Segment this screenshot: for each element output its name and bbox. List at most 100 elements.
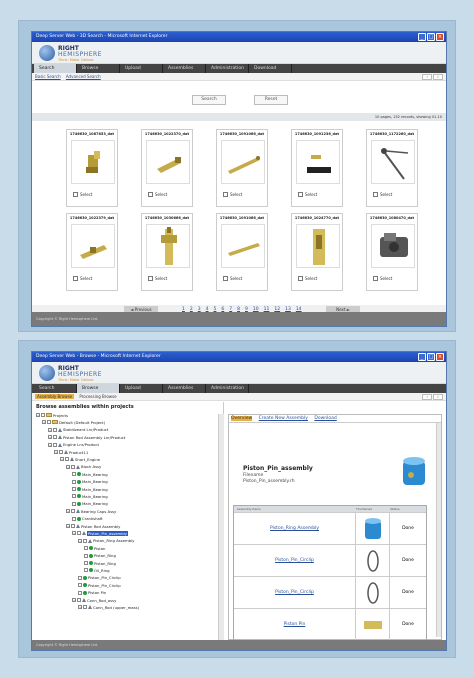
tree-node[interactable]: Main_Bearing bbox=[72, 479, 108, 485]
tree-node[interactable]: − Engine Lnr/Product bbox=[48, 442, 99, 448]
part-thumbnail[interactable] bbox=[296, 140, 340, 184]
processing-browse-link[interactable]: Processing Browse bbox=[79, 394, 116, 399]
close-icon[interactable]: × bbox=[436, 353, 444, 361]
part-thumbnail[interactable] bbox=[371, 224, 415, 268]
assembly-item-link[interactable]: Piston_Pin_Circlip bbox=[275, 558, 314, 563]
tree-node[interactable]: − Stabilizeant Lnr/Product bbox=[48, 427, 108, 433]
part-thumbnail[interactable] bbox=[146, 140, 190, 184]
select-control[interactable]: Select bbox=[373, 276, 392, 281]
node-checkbox[interactable] bbox=[53, 442, 57, 447]
node-checkbox[interactable] bbox=[71, 509, 75, 514]
part-thumbnail[interactable] bbox=[221, 224, 265, 268]
result-card[interactable]: 1746630_1087853_dat Select bbox=[66, 129, 118, 207]
node-checkbox[interactable] bbox=[71, 464, 75, 469]
assembly-item-link[interactable]: Piston_Ring Assembly bbox=[270, 526, 319, 531]
select-checkbox[interactable] bbox=[223, 192, 228, 197]
node-checkbox[interactable] bbox=[72, 479, 76, 484]
node-checkbox[interactable] bbox=[77, 531, 81, 536]
item-thumbnail[interactable] bbox=[356, 609, 390, 640]
minimize-icon[interactable]: _ bbox=[418, 33, 426, 41]
tree-node[interactable]: Main_Bearing bbox=[72, 501, 108, 507]
part-thumbnail[interactable] bbox=[71, 224, 115, 268]
tree-node[interactable]: Piston_Ring bbox=[84, 560, 116, 566]
tree-node[interactable]: Piston_Ring bbox=[84, 553, 116, 559]
tree-node[interactable]: Piston bbox=[84, 545, 105, 551]
node-checkbox[interactable] bbox=[77, 598, 81, 602]
tree-node[interactable]: − Short_Engine bbox=[60, 456, 100, 462]
expand-toggle-icon[interactable]: − bbox=[66, 509, 70, 514]
expand-toggle-icon[interactable]: − bbox=[48, 427, 52, 432]
node-checkbox[interactable] bbox=[72, 472, 76, 477]
expand-toggle-icon[interactable]: − bbox=[72, 598, 76, 602]
node-checkbox[interactable] bbox=[84, 561, 88, 565]
result-card[interactable]: 1746630_1080470_dat Select bbox=[366, 213, 418, 291]
tree-node[interactable]: Main_Bearing bbox=[72, 493, 108, 499]
select-control[interactable]: Select bbox=[148, 192, 167, 197]
basic-search-link[interactable]: Basic Search bbox=[35, 74, 61, 79]
tab-administration[interactable]: Administration bbox=[206, 384, 249, 393]
tree-scrollbar[interactable] bbox=[218, 414, 224, 640]
result-card[interactable]: 1746630_1091066_dat Select bbox=[216, 129, 268, 207]
tree-node[interactable]: − Conn_Rod (upper_mass) bbox=[78, 604, 139, 610]
tab-search[interactable]: Search bbox=[34, 64, 77, 73]
tab-administration[interactable]: Administration bbox=[206, 64, 249, 73]
select-checkbox[interactable] bbox=[148, 276, 153, 281]
select-control[interactable]: Select bbox=[298, 192, 317, 197]
expand-toggle-icon[interactable]: − bbox=[60, 457, 64, 462]
node-checkbox[interactable] bbox=[47, 420, 51, 425]
tree-node[interactable]: Piston_Pin_Circlip bbox=[78, 582, 121, 588]
tree-node[interactable]: − Product11 bbox=[54, 449, 88, 455]
expand-toggle-icon[interactable]: − bbox=[42, 420, 46, 425]
item-thumbnail[interactable] bbox=[356, 545, 390, 576]
advanced-search-link[interactable]: Advanced Search bbox=[66, 74, 101, 79]
part-thumbnail[interactable] bbox=[146, 224, 190, 268]
tree-node[interactable]: − Conn_Rod_assy bbox=[72, 597, 116, 603]
reset-button[interactable]: Reset bbox=[254, 95, 288, 105]
expand-toggle-icon[interactable]: − bbox=[54, 450, 58, 454]
expand-toggle-icon[interactable]: − bbox=[72, 531, 76, 536]
select-checkbox[interactable] bbox=[73, 276, 78, 281]
node-checkbox[interactable] bbox=[83, 538, 87, 543]
logout-icon[interactable]: ⎋ bbox=[433, 74, 443, 80]
node-checkbox[interactable] bbox=[78, 583, 82, 588]
tree-node[interactable]: − Bearing Caps Assy bbox=[66, 508, 116, 514]
select-checkbox[interactable] bbox=[298, 276, 303, 281]
select-control[interactable]: Select bbox=[148, 276, 167, 281]
logout-icon[interactable]: ⎋ bbox=[433, 394, 443, 400]
expand-toggle-icon[interactable]: − bbox=[78, 605, 82, 610]
assembly-item-link[interactable]: Piston Pin bbox=[284, 622, 306, 627]
node-checkbox[interactable] bbox=[41, 413, 45, 417]
select-checkbox[interactable] bbox=[373, 192, 378, 197]
tree-node[interactable]: − Piston Rod Assembly bbox=[66, 523, 120, 529]
expand-toggle-icon[interactable]: − bbox=[48, 442, 52, 447]
tab-assemblies[interactable]: Assemblies bbox=[163, 384, 206, 393]
node-checkbox[interactable] bbox=[84, 546, 88, 551]
result-card[interactable]: 1746630_1024770_dat Select bbox=[291, 213, 343, 291]
node-checkbox[interactable] bbox=[71, 524, 75, 528]
minimize-icon[interactable]: _ bbox=[418, 353, 426, 361]
result-card[interactable]: 1746630_1022370_dat Select bbox=[141, 129, 193, 207]
assembly-browse-link[interactable]: Assembly Browse bbox=[35, 394, 75, 399]
help-icon[interactable]: ? bbox=[422, 74, 432, 80]
help-icon[interactable]: ? bbox=[422, 394, 432, 400]
tree-node[interactable]: − Piston_Pin_assembly bbox=[72, 530, 128, 536]
select-control[interactable]: Select bbox=[73, 276, 92, 281]
expand-toggle-icon[interactable]: − bbox=[36, 413, 40, 417]
item-thumbnail[interactable] bbox=[356, 577, 390, 608]
select-checkbox[interactable] bbox=[73, 192, 78, 197]
part-thumbnail[interactable] bbox=[296, 224, 340, 268]
select-checkbox[interactable] bbox=[373, 276, 378, 281]
node-checkbox[interactable] bbox=[84, 553, 88, 558]
select-checkbox[interactable] bbox=[148, 192, 153, 197]
expand-toggle-icon[interactable]: − bbox=[78, 538, 82, 543]
expand-toggle-icon[interactable]: − bbox=[66, 524, 70, 528]
detail-scrollbar[interactable] bbox=[436, 423, 441, 637]
node-checkbox[interactable] bbox=[78, 575, 82, 580]
select-control[interactable]: Select bbox=[298, 276, 317, 281]
result-card[interactable]: 1746630_1091236_dat Select bbox=[291, 129, 343, 207]
tree-node[interactable]: Piston_Pin_Circlip bbox=[78, 575, 121, 581]
tree-node[interactable]: Main_Bearing bbox=[72, 486, 108, 492]
result-card[interactable]: 1746630_1022379_dat Select bbox=[66, 213, 118, 291]
select-control[interactable]: Select bbox=[223, 192, 242, 197]
select-control[interactable]: Select bbox=[373, 192, 392, 197]
